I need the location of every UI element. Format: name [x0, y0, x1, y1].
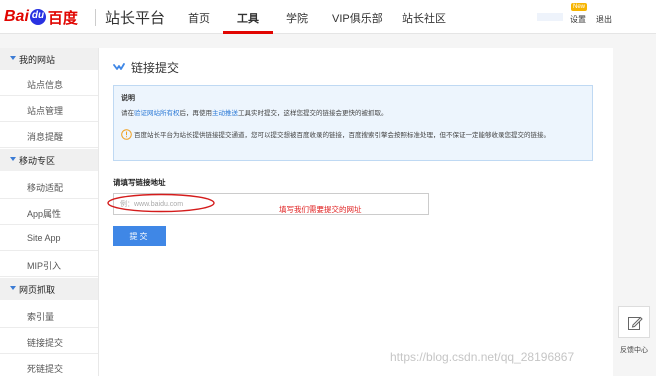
logo-divider — [95, 9, 96, 26]
sidebar-item-messages[interactable]: 消息提醒 — [0, 122, 98, 148]
nav-active-indicator — [223, 31, 273, 34]
sidebar-item-mip[interactable]: MIP引入 — [0, 251, 98, 277]
edit-icon — [628, 316, 643, 330]
baidu-logo[interactable]: Bai du 百度 — [4, 8, 78, 27]
nav-tools[interactable]: 工具 — [237, 10, 259, 26]
warning-icon — [121, 129, 132, 140]
url-field-label: 请填写链接地址 — [113, 178, 166, 187]
nav-academy[interactable]: 学院 — [286, 10, 308, 26]
nav-home[interactable]: 首页 — [188, 10, 210, 26]
caret-down-icon — [10, 157, 16, 161]
sidebar-group-mobile[interactable]: 移动专区 — [0, 149, 98, 171]
new-badge: New — [571, 3, 588, 11]
nav-vip-club[interactable]: VIP俱乐部 — [332, 10, 383, 26]
sidebar-item-app-props[interactable]: App属性 — [0, 199, 98, 225]
link-submit-icon — [113, 63, 125, 70]
annotation-ellipse — [107, 193, 215, 213]
caret-down-icon — [10, 286, 16, 290]
sidebar-item-site-app[interactable]: Site App — [0, 225, 98, 251]
logout-link[interactable]: 退出 — [596, 14, 612, 25]
sidebar-item-label: 链接提交 — [27, 338, 64, 348]
info-text: 请在 — [121, 110, 134, 117]
feedback-button[interactable] — [618, 306, 650, 338]
site-title[interactable]: 站长平台 — [105, 7, 165, 28]
sidebar-item-label: 死链提交 — [27, 364, 64, 374]
watermark: https://blog.csdn.net/qq_28196867 — [390, 350, 575, 364]
sidebar-item-dead-link[interactable]: 死链提交 — [0, 354, 98, 376]
page-header: 链接提交 — [113, 59, 179, 75]
sidebar-group-crawl[interactable]: 网页抓取 — [0, 278, 98, 300]
info-text: 工具实时提交，这样您提交的链接会更快的被抓取。 — [238, 110, 388, 117]
info-heading: 说明 — [121, 95, 135, 102]
nav-community[interactable]: 站长社区 — [402, 10, 446, 26]
sidebar-item-label: MIP引入 — [27, 261, 62, 271]
submit-button[interactable]: 提交 — [113, 226, 166, 246]
logo-text-du: du — [31, 10, 45, 21]
sidebar-item-label: App属性 — [27, 209, 62, 219]
sidebar-group-label: 网页抓取 — [19, 285, 56, 295]
info-line-1: 请在验证网站所有权后，再使用主动推送工具实时提交，这样您提交的链接会更快的被抓取… — [121, 107, 388, 117]
sidebar-item-site-info[interactable]: 站点信息 — [0, 70, 98, 96]
sidebar-item-label: 站点信息 — [27, 80, 64, 90]
paw-icon: du — [29, 9, 46, 25]
annotation-note: 填写我们需要提交的网址 — [279, 205, 362, 214]
username[interactable] — [537, 13, 563, 21]
sidebar-item-index[interactable]: 索引量 — [0, 302, 98, 328]
info-text: 后，再使用 — [179, 110, 213, 117]
feedback-label: 反馈中心 — [620, 347, 648, 354]
caret-down-icon — [10, 56, 16, 60]
sidebar-group-label: 移动专区 — [19, 156, 56, 166]
sidebar-item-label: Site App — [27, 233, 61, 243]
sidebar: 我的网站 站点信息 站点管理 消息提醒 移动专区 移动适配 App属性 Site… — [0, 48, 98, 376]
sidebar-item-link-submit[interactable]: 链接提交 — [0, 328, 98, 354]
info-line-2: 百度站长平台为站长提供链接提交通道，您可以提交想被百度收录的链接，百度搜索引擎会… — [134, 132, 550, 139]
info-panel: 说明 请在验证网站所有权后，再使用主动推送工具实时提交，这样您提交的链接会更快的… — [113, 85, 593, 161]
sidebar-item-mobile-adapt[interactable]: 移动适配 — [0, 173, 98, 199]
sidebar-item-label: 移动适配 — [27, 183, 64, 193]
logo-text-cn: 百度 — [47, 9, 78, 27]
sidebar-item-label: 索引量 — [27, 312, 55, 322]
logo-text-bai: Bai — [4, 8, 29, 25]
sidebar-group-label: 我的网站 — [19, 55, 56, 65]
top-navbar: Bai du 百度 站长平台 首页 工具 学院 VIP俱乐部 站长社区 New … — [0, 0, 656, 34]
sidebar-item-site-manage[interactable]: 站点管理 — [0, 96, 98, 122]
sidebar-group-my-sites[interactable]: 我的网站 — [0, 48, 98, 70]
settings-link[interactable]: 设置 — [570, 14, 586, 25]
active-push-link[interactable]: 主动推送 — [212, 110, 238, 117]
sidebar-item-label: 站点管理 — [27, 106, 64, 116]
verify-ownership-link[interactable]: 验证网站所有权 — [134, 110, 180, 117]
sidebar-item-label: 消息提醒 — [27, 132, 64, 142]
page-title: 链接提交 — [131, 60, 180, 75]
